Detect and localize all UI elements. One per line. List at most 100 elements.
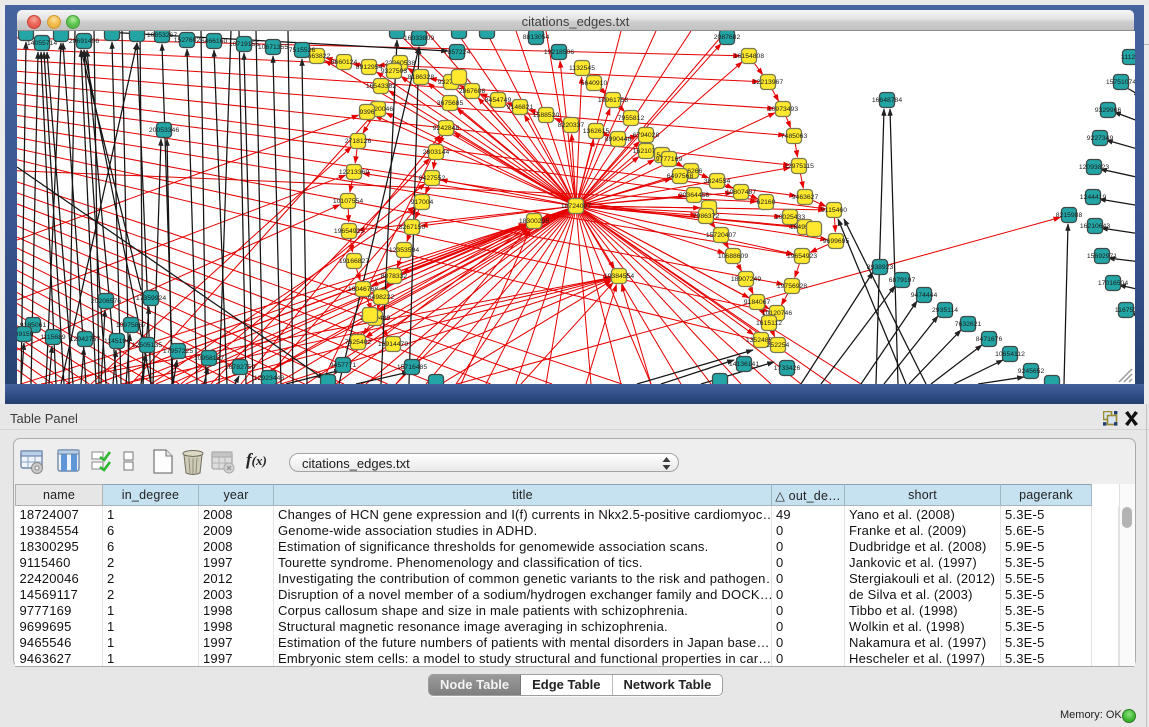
svg-text:10975867: 10975867 <box>116 322 146 329</box>
svg-text:8990448: 8990448 <box>605 136 632 143</box>
svg-text:6879197: 6879197 <box>889 277 916 284</box>
svg-text:8813054: 8813054 <box>523 34 550 41</box>
svg-text:252254: 252254 <box>767 342 790 349</box>
svg-text:7955812: 7955812 <box>618 115 645 122</box>
svg-text:20364456: 20364456 <box>679 192 709 199</box>
svg-text:5640910: 5640910 <box>581 80 608 87</box>
svg-text:1615112: 1615112 <box>756 320 782 327</box>
svg-text:8471676: 8471676 <box>976 336 1003 343</box>
svg-text:9329966: 9329966 <box>1095 107 1122 114</box>
svg-text:7632621: 7632621 <box>955 321 982 328</box>
svg-text:9463627: 9463627 <box>792 194 819 201</box>
svg-text:1244419: 1244419 <box>1080 194 1107 201</box>
svg-text:2867608: 2867608 <box>459 88 486 95</box>
svg-text:11123: 11123 <box>1121 54 1135 61</box>
svg-text:10688609: 10688609 <box>718 253 748 260</box>
svg-text:8454749: 8454749 <box>485 97 512 104</box>
svg-text:2718126: 2718126 <box>345 138 372 145</box>
svg-text:9474444: 9474444 <box>911 292 938 299</box>
svg-text:10961758: 10961758 <box>598 97 628 104</box>
svg-text:8267150: 8267150 <box>399 224 426 231</box>
svg-text:9146821: 9146821 <box>507 104 534 111</box>
svg-text:15751074: 15751074 <box>1106 79 1135 86</box>
svg-text:16648784: 16648784 <box>872 97 902 104</box>
svg-text:12093823: 12093823 <box>1079 164 1109 171</box>
svg-text:19654925: 19654925 <box>334 228 364 235</box>
svg-text:1588520: 1588520 <box>533 112 560 119</box>
svg-text:17359924: 17359924 <box>136 295 166 302</box>
svg-text:16914479: 16914479 <box>378 341 408 348</box>
svg-text:6498222: 6498222 <box>368 294 395 301</box>
svg-text:10671355: 10671355 <box>258 44 288 51</box>
svg-text:9184067: 9184067 <box>744 299 771 306</box>
svg-text:7515526: 7515526 <box>289 47 316 54</box>
svg-text:15716485: 15716485 <box>397 364 427 371</box>
svg-text:7485063: 7485063 <box>781 133 808 140</box>
svg-text:15692971: 15692971 <box>1087 253 1117 260</box>
svg-text:19756928: 19756928 <box>777 283 807 290</box>
svg-text:16782759: 16782759 <box>225 364 255 371</box>
svg-text:12505135: 12505135 <box>132 342 162 349</box>
svg-text:9227349: 9227349 <box>1087 135 1114 142</box>
svg-text:1362615: 1362615 <box>583 128 610 135</box>
svg-text:6794028: 6794028 <box>633 132 660 139</box>
svg-text:1115689: 1115689 <box>40 334 66 341</box>
svg-text:62160: 62160 <box>757 199 776 206</box>
svg-text:16154808: 16154808 <box>734 53 764 60</box>
svg-text:2935114: 2935114 <box>932 307 958 314</box>
svg-text:19384554: 19384554 <box>604 273 634 280</box>
svg-text:14055714: 14055714 <box>27 40 57 47</box>
svg-text:7986372: 7986372 <box>693 213 720 220</box>
svg-text:10853267: 10853267 <box>147 32 177 39</box>
svg-text:12942757: 12942757 <box>70 336 100 343</box>
svg-text:10958127: 10958127 <box>194 355 224 362</box>
svg-text:14136141: 14136141 <box>729 361 759 368</box>
svg-text:19654923: 19654923 <box>787 253 817 260</box>
svg-text:12213369: 12213369 <box>339 169 369 176</box>
svg-text:20206576: 20206576 <box>91 298 121 305</box>
svg-text:20691406: 20691406 <box>69 38 99 45</box>
svg-text:8660124: 8660124 <box>331 59 358 66</box>
svg-text:19166827: 19166827 <box>339 258 369 265</box>
svg-text:6497568: 6497568 <box>667 173 694 180</box>
svg-text:9115460: 9115460 <box>821 207 847 214</box>
svg-text:10107554: 10107554 <box>333 198 363 205</box>
svg-text:16210643: 16210643 <box>1080 223 1110 230</box>
svg-text:10654112: 10654112 <box>995 351 1025 358</box>
svg-text:10807487: 10807487 <box>726 189 756 196</box>
svg-text:6466160: 6466160 <box>201 38 228 45</box>
svg-text:8878332: 8878332 <box>381 273 408 280</box>
svg-text:18724007: 18724007 <box>561 203 591 210</box>
svg-text:8912954: 8912954 <box>356 64 383 71</box>
svg-text:17957225: 17957225 <box>163 348 193 355</box>
svg-text:9327503: 9327503 <box>381 68 408 75</box>
svg-text:9242848: 9242848 <box>433 125 460 132</box>
svg-text:15720407: 15720407 <box>706 232 736 239</box>
svg-text:12975115: 12975115 <box>784 163 814 170</box>
svg-text:116753: 116753 <box>1115 307 1135 314</box>
svg-text:9396: 9396 <box>359 109 374 116</box>
svg-text:12353594: 12353594 <box>389 247 419 254</box>
svg-text:1527602: 1527602 <box>174 37 201 44</box>
svg-text:9699695: 9699695 <box>823 238 850 245</box>
svg-text:7625402: 7625402 <box>345 339 372 346</box>
svg-text:20053346: 20053346 <box>149 127 179 134</box>
svg-text:8938923: 8938923 <box>867 264 894 271</box>
svg-text:8186328: 8186328 <box>408 74 435 81</box>
svg-text:18300295: 18300295 <box>519 218 549 225</box>
svg-text:12213967: 12213967 <box>753 79 783 86</box>
svg-text:19218506: 19218506 <box>544 49 574 56</box>
svg-text:7857224: 7857224 <box>444 49 471 56</box>
svg-text:3675685: 3675685 <box>437 100 464 107</box>
svg-text:1733426: 1733426 <box>774 365 801 372</box>
svg-text:2087682: 2087682 <box>714 34 741 41</box>
svg-text:9777169: 9777169 <box>656 156 683 163</box>
svg-text:8220337: 8220337 <box>558 122 585 129</box>
svg-text:1145194: 1145194 <box>104 338 130 345</box>
svg-text:16033809: 16033809 <box>404 35 434 42</box>
svg-text:8215988: 8215988 <box>1056 212 1083 219</box>
svg-text:3824554: 3824554 <box>704 178 731 185</box>
svg-text:917004: 917004 <box>411 199 434 206</box>
svg-text:10719155: 10719155 <box>229 41 259 48</box>
svg-text:39159: 39159 <box>17 331 34 338</box>
